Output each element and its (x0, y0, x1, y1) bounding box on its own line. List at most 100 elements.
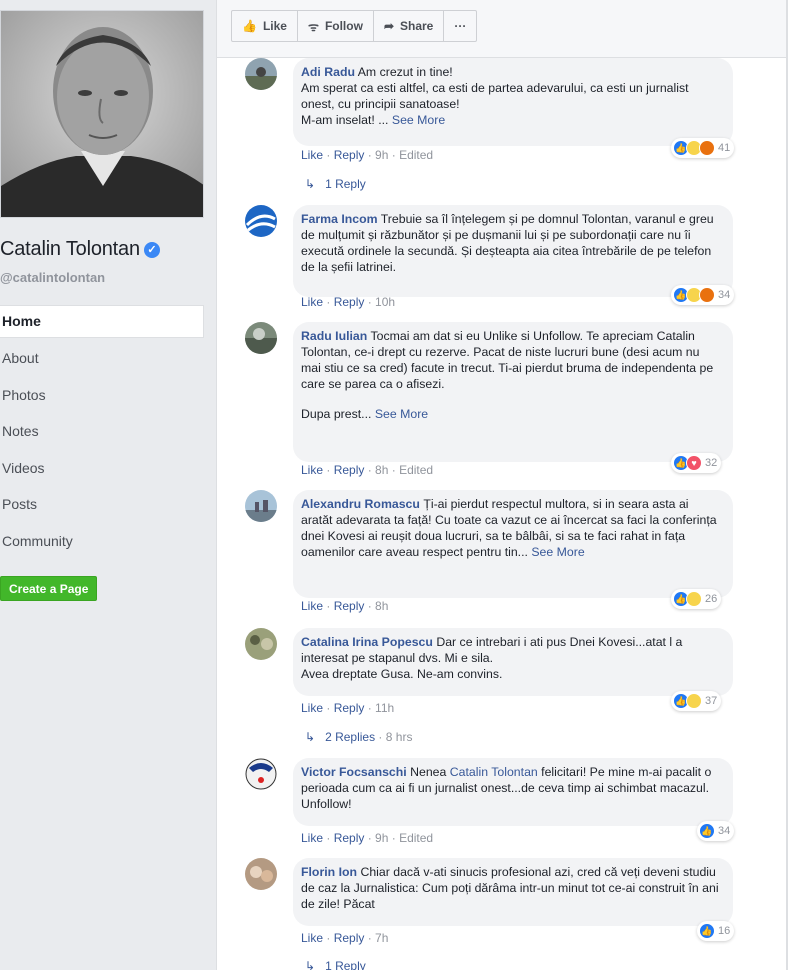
avatar-image (245, 205, 277, 237)
reaction-count: 32 (705, 457, 718, 469)
comment-time[interactable]: 8h (375, 599, 388, 613)
edited-label[interactable]: Edited (399, 463, 433, 477)
avatar-image (245, 322, 277, 354)
reaction-summary[interactable]: 👍 34 (697, 821, 735, 841)
reply-comment-link[interactable]: Reply (334, 148, 365, 162)
nav-item-home[interactable]: Home (0, 305, 204, 338)
love-reaction-icon: ♥ (686, 455, 702, 471)
page-handle[interactable]: @catalintolontan (0, 270, 105, 285)
like-page-label: Like (262, 19, 287, 33)
nav-item-posts[interactable]: Posts (0, 487, 204, 524)
like-comment-link[interactable]: Like (301, 463, 323, 477)
like-comment-link[interactable]: Like (301, 599, 323, 613)
reaction-summary[interactable]: 👍 16 (697, 921, 735, 941)
comment-time[interactable]: 10h (375, 295, 395, 309)
reply-comment-link[interactable]: Reply (334, 463, 365, 477)
reaction-summary[interactable]: 👍 34 (671, 285, 735, 305)
comment-meta: Like · Reply · 9h · Edited (301, 148, 433, 162)
see-more-link[interactable]: See More (375, 407, 428, 421)
avatar[interactable] (245, 490, 277, 522)
comment-author[interactable]: Alexandru Romascu (301, 497, 420, 511)
page-title[interactable]: Catalin Tolontan ✓ (0, 238, 160, 261)
avatar-image (245, 628, 277, 660)
comment-author[interactable]: Victor Focsanschi (301, 765, 407, 779)
see-more-link[interactable]: See More (531, 545, 584, 559)
reply-arrow-icon: ↳ (305, 959, 316, 970)
reply-comment-link[interactable]: Reply (334, 295, 365, 309)
replies-time: 8 hrs (385, 730, 413, 744)
follow-page-button[interactable]: ᯤ Follow (298, 11, 374, 41)
comment-time[interactable]: 9h (375, 831, 388, 845)
reply-comment-link[interactable]: Reply (334, 831, 365, 845)
reaction-summary[interactable]: 👍 41 (671, 138, 735, 158)
separator: · (364, 931, 376, 945)
like-page-button[interactable]: 👍 Like (232, 11, 298, 41)
reply-comment-link[interactable]: Reply (334, 931, 365, 945)
share-page-button[interactable]: ➦ Share (374, 11, 445, 41)
rss-icon: ᯤ (307, 19, 319, 34)
comment-text-truncated: Dupa prest... (301, 407, 375, 421)
follow-page-label: Follow (324, 19, 363, 33)
like-comment-link[interactable]: Like (301, 701, 323, 715)
comment-time[interactable]: 7h (375, 931, 388, 945)
separator: · (323, 295, 334, 309)
comment-author[interactable]: Farma Incom (301, 212, 378, 226)
like-comment-link[interactable]: Like (301, 148, 323, 162)
view-replies-link[interactable]: ↳ 1 Reply (305, 959, 366, 970)
edited-label[interactable]: Edited (399, 831, 433, 845)
reply-arrow-icon: ↳ (305, 177, 316, 191)
separator: · (364, 599, 376, 613)
comment-bubble: Alexandru Romascu Ți-ai pierdut respectu… (293, 490, 733, 598)
avatar[interactable] (245, 628, 277, 660)
more-options-button[interactable]: ··· (444, 11, 476, 41)
nav-item-photos[interactable]: Photos (0, 378, 204, 415)
avatar[interactable] (245, 322, 277, 354)
nav-item-community[interactable]: Community (0, 524, 204, 561)
comment-author[interactable]: Florin Ion (301, 865, 357, 879)
like-comment-link[interactable]: Like (301, 295, 323, 309)
comment-author[interactable]: Adi Radu (301, 65, 355, 79)
avatar[interactable] (245, 205, 277, 237)
nav-item-videos[interactable]: Videos (0, 451, 204, 488)
comment-author[interactable]: Catalina Irina Popescu (301, 635, 433, 649)
avatar[interactable] (245, 858, 277, 890)
comment-time[interactable]: 8h (375, 463, 388, 477)
see-more-link[interactable]: See More (392, 113, 445, 127)
reply-comment-link[interactable]: Reply (334, 701, 365, 715)
nav-item-about[interactable]: About (0, 341, 204, 378)
comment-time[interactable]: 11h (375, 701, 394, 715)
reaction-summary[interactable]: 👍 26 (671, 589, 722, 609)
verified-badge-icon: ✓ (143, 242, 160, 258)
view-replies-link[interactable]: ↳ 1 Reply (305, 177, 366, 191)
view-replies-link[interactable]: ↳ 2 Replies · 8 hrs (305, 730, 412, 744)
avatar[interactable] (245, 58, 277, 90)
left-column: Catalin Tolontan ✓ @catalintolontan Home … (0, 0, 216, 970)
comment-bubble: Adi Radu Am crezut in tine! Am sperat ca… (293, 58, 733, 146)
like-comment-link[interactable]: Like (301, 831, 323, 845)
reaction-summary[interactable]: 👍 37 (671, 691, 722, 711)
like-comment-link[interactable]: Like (301, 931, 323, 945)
avatar-image (245, 490, 277, 522)
share-arrow-icon: ➦ (383, 19, 394, 33)
angry-reaction-icon (699, 140, 715, 156)
create-page-button[interactable]: Create a Page (0, 576, 98, 601)
avatar[interactable] (245, 758, 277, 790)
separator: · (364, 463, 376, 477)
thumbs-up-icon: 👍 (242, 19, 257, 33)
replies-count: 2 Replies (325, 730, 376, 744)
like-reaction-icon: 👍 (699, 923, 715, 939)
reply-comment-link[interactable]: Reply (334, 599, 365, 613)
comment-meta: Like · Reply · 10h (301, 295, 395, 309)
reaction-count: 37 (705, 695, 718, 707)
comment-bubble: Florin Ion Chiar dacă v-ati sinucis prof… (293, 858, 733, 926)
comment-time[interactable]: 9h (375, 148, 388, 162)
nav-item-notes[interactable]: Notes (0, 414, 204, 451)
haha-reaction-icon (686, 591, 702, 607)
edited-label[interactable]: Edited (399, 148, 433, 162)
reaction-summary[interactable]: 👍 ♥ 32 (671, 453, 722, 473)
comment-author[interactable]: Radu Iulian (301, 329, 367, 343)
separator: · (323, 831, 334, 845)
profile-photo[interactable] (0, 10, 204, 218)
comment-meta: Like · Reply · 11h (301, 701, 394, 715)
mention-link[interactable]: Catalin Tolontan (450, 765, 538, 779)
